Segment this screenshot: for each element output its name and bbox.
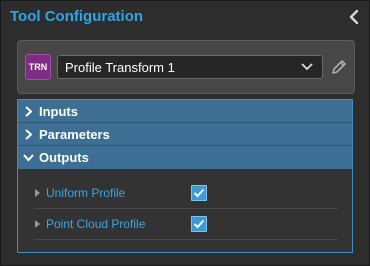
chevron-down-icon (301, 63, 313, 71)
panel-title: Tool Configuration (10, 8, 144, 25)
checkmark-icon (193, 219, 205, 229)
section-label-parameters: Parameters (39, 127, 110, 142)
chevron-left-icon (349, 9, 359, 25)
section-header-outputs[interactable]: Outputs (18, 146, 352, 169)
output-label-point-cloud-profile[interactable]: Point Cloud Profile (46, 217, 145, 231)
tool-dropdown-value: Profile Transform 1 (65, 60, 175, 75)
tool-configuration-panel: Tool Configuration TRN Profile Transform… (0, 0, 370, 266)
tool-selector-box: TRN Profile Transform 1 (17, 40, 355, 94)
chevron-down-icon (23, 154, 34, 162)
section-header-parameters[interactable]: Parameters (18, 123, 352, 145)
chevron-right-icon (25, 129, 32, 140)
row-divider (34, 208, 338, 209)
pencil-icon[interactable] (330, 58, 348, 76)
tool-type-badge: TRN (25, 54, 51, 80)
collapse-panel-button[interactable] (347, 8, 361, 26)
row-divider (34, 239, 338, 240)
output-checkbox-uniform-profile[interactable] (191, 185, 207, 201)
tool-sections-accordion: Inputs Parameters Outputs Uniform Profil… (17, 99, 353, 253)
output-label-uniform-profile[interactable]: Uniform Profile (46, 186, 125, 200)
output-row-point-cloud-profile: Point Cloud Profile (34, 211, 338, 241)
section-label-outputs: Outputs (39, 150, 89, 165)
checkmark-icon (193, 188, 205, 198)
expand-triangle-icon[interactable] (35, 189, 40, 197)
tool-dropdown[interactable]: Profile Transform 1 (57, 55, 323, 79)
section-label-inputs: Inputs (39, 104, 78, 119)
output-row-uniform-profile: Uniform Profile (34, 180, 338, 210)
section-header-inputs[interactable]: Inputs (18, 100, 352, 122)
chevron-right-icon (25, 106, 32, 117)
expand-triangle-icon[interactable] (35, 220, 40, 228)
output-checkbox-point-cloud-profile[interactable] (191, 216, 207, 232)
